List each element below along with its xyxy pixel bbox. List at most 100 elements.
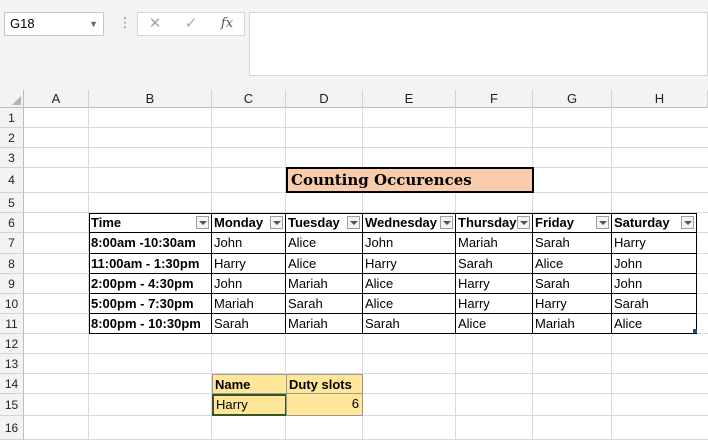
more-options-icon: ⋮ [118,14,132,30]
table-cell[interactable]: Mariah [286,314,363,334]
table-cell[interactable]: John [212,233,286,254]
row-header-8[interactable]: 8 [0,254,24,274]
table-cell[interactable]: Harry [612,233,697,254]
row-header-15[interactable]: 15 [0,394,24,416]
filter-dropdown-icon[interactable] [196,216,209,229]
row-header-7[interactable]: 7 [0,233,24,254]
table-cell[interactable]: Harry [456,294,533,314]
header-label: Thursday [458,215,517,230]
formula-buttons: ✕ ✓ fx [137,12,245,36]
table-cell[interactable]: Alice [533,254,612,274]
table-cell[interactable]: Alice [456,314,533,334]
summary-header-name[interactable]: Name [212,374,286,394]
filter-dropdown-icon[interactable] [270,216,283,229]
sheet-title[interactable]: Counting Occurences [286,167,534,193]
header-label: Wednesday [365,215,438,230]
time-slot-cell[interactable]: 8:00pm - 10:30pm [89,314,212,334]
filter-dropdown-icon[interactable] [347,216,360,229]
row-header-6[interactable]: 6 [0,213,24,233]
table-header-monday[interactable]: Monday [212,213,286,233]
insert-function-icon[interactable]: fx [216,15,238,33]
table-cell[interactable]: John [612,274,697,294]
row-header-10[interactable]: 10 [0,294,24,314]
row-header-3[interactable]: 3 [0,148,24,168]
table-cell[interactable]: Harry [456,274,533,294]
table-cell[interactable]: Sarah [456,254,533,274]
name-box-value: G18 [10,16,35,31]
time-slot-cell[interactable]: 11:00am - 1:30pm [89,254,212,274]
table-cell[interactable]: Sarah [286,294,363,314]
table-cell[interactable]: Mariah [456,233,533,254]
check-icon[interactable]: ✓ [180,15,202,33]
row-header-14[interactable]: 14 [0,374,24,394]
name-box[interactable]: G18 ▼ [4,12,104,36]
chevron-down-icon[interactable]: ▼ [89,13,98,35]
row-header-13[interactable]: 13 [0,354,24,374]
table-header-tuesday[interactable]: Tuesday [286,213,363,233]
cancel-icon[interactable]: ✕ [144,15,166,33]
table-cell[interactable]: Alice [363,274,456,294]
table-cell[interactable]: John [212,274,286,294]
filter-dropdown-icon[interactable] [517,216,530,229]
table-header-friday[interactable]: Friday [533,213,612,233]
table-cell[interactable]: Sarah [533,233,612,254]
time-slot-cell[interactable]: 5:00pm - 7:30pm [89,294,212,314]
column-header-b[interactable]: B [89,90,212,108]
header-label: Monday [214,215,264,230]
summary-name-input[interactable]: Harry [212,394,287,416]
table-cell[interactable]: Mariah [212,294,286,314]
gridline [24,147,708,148]
column-header-f[interactable]: F [456,90,533,108]
table-header-thursday[interactable]: Thursday [456,213,533,233]
table-cell[interactable]: Alice [363,294,456,314]
column-header-h[interactable]: H [612,90,708,108]
row-header-12[interactable]: 12 [0,334,24,354]
table-cell[interactable]: Alice [286,254,363,274]
time-slot-cell[interactable]: 8:00am -10:30am [89,233,212,254]
row-header-2[interactable]: 2 [0,128,24,148]
filter-dropdown-icon[interactable] [440,216,453,229]
column-header-g[interactable]: G [533,90,612,108]
table-cell[interactable]: Harry [212,254,286,274]
table-cell[interactable]: Mariah [286,274,363,294]
summary-header-duty-slots[interactable]: Duty slots [286,374,363,394]
table-cell[interactable]: Harry [533,294,612,314]
table-cell[interactable]: Harry [363,254,456,274]
column-header-e[interactable]: E [363,90,456,108]
header-label: Time [91,215,122,230]
row-header-9[interactable]: 9 [0,274,24,294]
table-cell[interactable]: Alice [286,233,363,254]
row-header-16[interactable]: 16 [0,416,24,440]
row-header-1[interactable]: 1 [0,108,24,128]
filter-dropdown-icon[interactable] [596,216,609,229]
table-cell[interactable]: Sarah [363,314,456,334]
table-header-wednesday[interactable]: Wednesday [363,213,456,233]
table-cell[interactable]: Sarah [533,274,612,294]
table-resize-handle[interactable] [693,329,697,333]
formula-input[interactable] [249,12,708,76]
gridline [24,353,708,354]
column-header-a[interactable]: A [24,90,89,108]
header-label: Friday [535,215,575,230]
table-cell[interactable]: Sarah [212,314,286,334]
row-header-4[interactable]: 4 [0,168,24,193]
gridline [24,393,708,394]
table-cell[interactable]: Mariah [533,314,612,334]
summary-count-value[interactable]: 6 [286,394,363,416]
header-label: Tuesday [288,215,340,230]
row-header-11[interactable]: 11 [0,314,24,334]
table-cell[interactable]: Sarah [612,294,697,314]
table-header-saturday[interactable]: Saturday [612,213,697,233]
filter-dropdown-icon[interactable] [681,216,694,229]
select-all-button[interactable] [0,90,24,108]
time-slot-cell[interactable]: 2:00pm - 4:30pm [89,274,212,294]
header-label: Saturday [614,215,670,230]
table-cell[interactable]: Alice [612,314,697,334]
column-header-d[interactable]: D [286,90,363,108]
column-header-c[interactable]: C [212,90,286,108]
table-header-time[interactable]: Time [89,213,212,233]
table-cell[interactable]: John [363,233,456,254]
table-cell[interactable]: John [612,254,697,274]
row-header-5[interactable]: 5 [0,193,24,213]
gridline [24,127,708,128]
